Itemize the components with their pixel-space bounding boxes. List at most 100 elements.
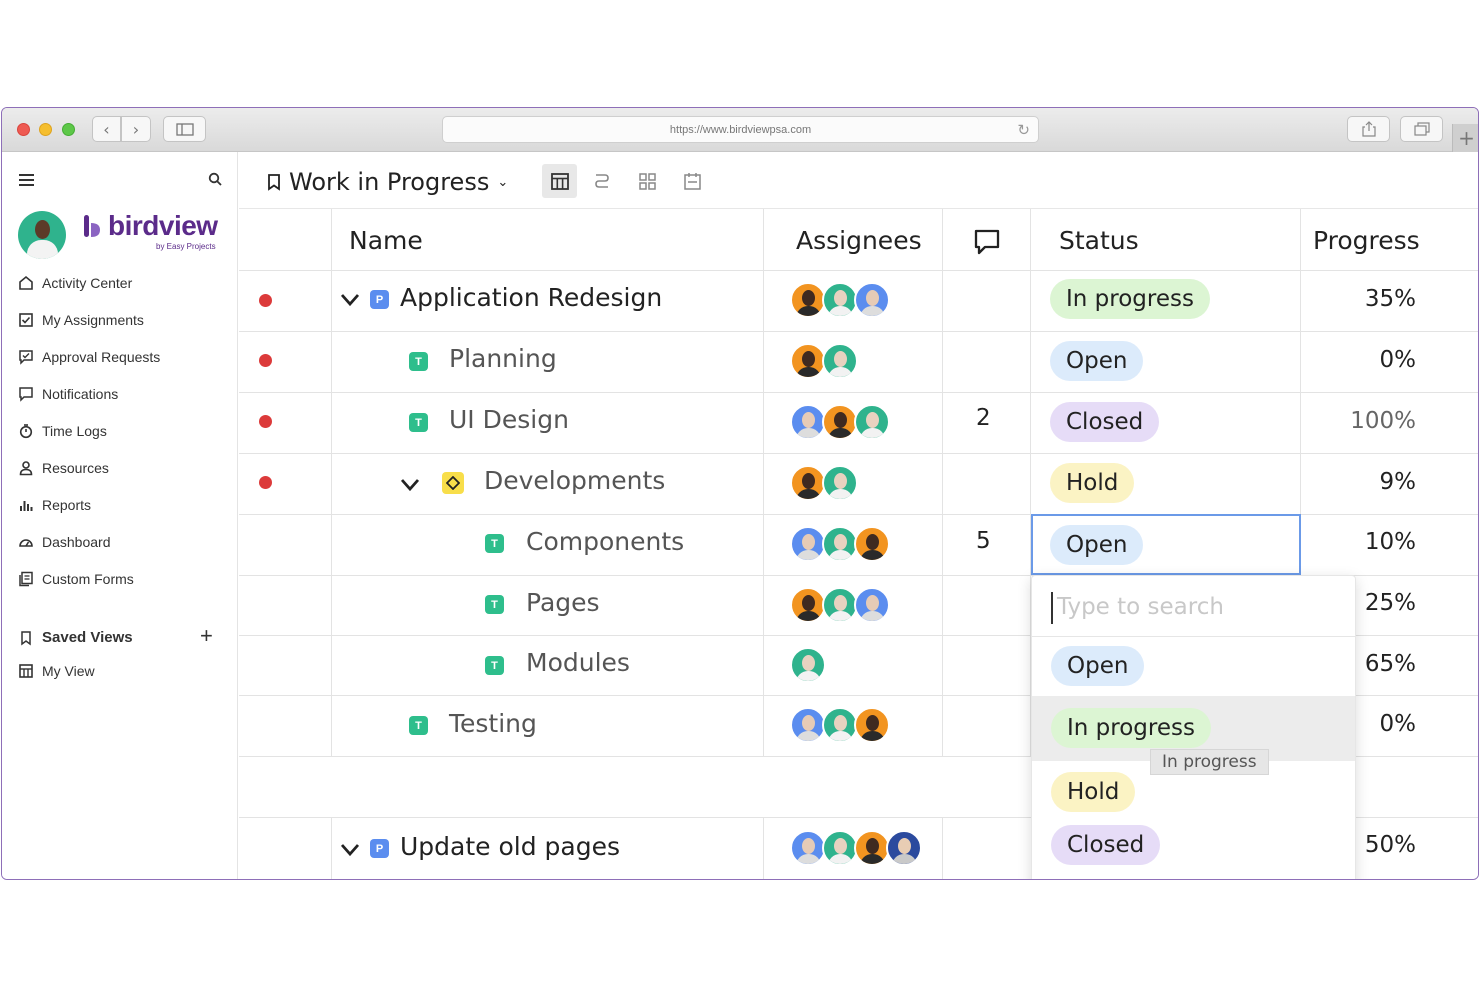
progress-value: 0% bbox=[1379, 347, 1417, 373]
sidebar-item-resources[interactable]: Resources bbox=[18, 460, 109, 476]
gauge-icon bbox=[19, 539, 33, 547]
address-bar[interactable]: https://www.birdviewpsa.com ↻ bbox=[442, 116, 1039, 143]
minimize-window-button[interactable] bbox=[39, 123, 52, 136]
chevron-down-icon[interactable] bbox=[400, 478, 420, 492]
brand-name: birdview bbox=[108, 210, 218, 241]
comment-count[interactable]: 2 bbox=[976, 405, 991, 431]
column-header-assignees[interactable]: Assignees bbox=[796, 226, 922, 255]
sidebar-item-reports[interactable]: Reports bbox=[18, 497, 91, 513]
saved-views-header: Saved Views bbox=[18, 629, 133, 646]
share-button[interactable] bbox=[1347, 116, 1390, 142]
diamond-icon bbox=[446, 476, 460, 490]
status-pill[interactable]: Open bbox=[1050, 525, 1144, 565]
task-name[interactable]: Modules bbox=[526, 648, 630, 677]
sidebar-item-my-assignments[interactable]: My Assignments bbox=[18, 312, 144, 328]
avatar bbox=[886, 830, 922, 866]
avatar bbox=[822, 404, 858, 440]
avatar bbox=[790, 404, 826, 440]
progress-value: 35% bbox=[1364, 286, 1416, 312]
table-icon bbox=[19, 664, 33, 678]
task-name[interactable]: Components bbox=[526, 527, 684, 556]
column-header-name[interactable]: Name bbox=[349, 226, 423, 255]
avatar bbox=[854, 526, 890, 562]
sidebar-item-notifications[interactable]: Notifications bbox=[18, 386, 118, 402]
sidebar-toggle-button[interactable] bbox=[163, 116, 206, 142]
progress-value: 10% bbox=[1364, 529, 1416, 555]
saved-views-label: Saved Views bbox=[42, 629, 133, 646]
column-header-progress[interactable]: Progress bbox=[1313, 226, 1420, 255]
sidebar-item-label: Resources bbox=[42, 460, 109, 476]
column-header-status[interactable]: Status bbox=[1059, 226, 1139, 255]
chevron-left-icon: ‹ bbox=[103, 119, 110, 139]
avatar bbox=[854, 404, 890, 440]
sidebar-item-my-view[interactable]: My View bbox=[18, 663, 95, 679]
status-option-open[interactable]: Open bbox=[1051, 646, 1145, 686]
flag-dot bbox=[259, 294, 272, 307]
tabs-overview-button[interactable] bbox=[1400, 116, 1443, 142]
sidebar-item-approval-requests[interactable]: Approval Requests bbox=[18, 349, 160, 365]
flag-dot bbox=[259, 415, 272, 428]
task-type-badge: T bbox=[409, 413, 428, 432]
task-name[interactable]: Planning bbox=[449, 344, 557, 373]
status-option-closed[interactable]: Closed bbox=[1051, 825, 1161, 865]
task-name[interactable]: UI Design bbox=[449, 405, 569, 434]
share-icon bbox=[1361, 121, 1376, 137]
gantt-view-button[interactable] bbox=[594, 172, 610, 194]
sidebar-item-label: Dashboard bbox=[42, 534, 111, 550]
avatar bbox=[822, 707, 858, 743]
task-name[interactable]: Testing bbox=[449, 709, 537, 738]
avatar bbox=[822, 587, 858, 623]
sidebar-item-dashboard[interactable]: Dashboard bbox=[18, 534, 111, 550]
board-view-button[interactable] bbox=[639, 173, 656, 194]
status-search-field[interactable]: Type to search bbox=[1032, 576, 1355, 637]
status-pill[interactable]: Open bbox=[1050, 341, 1144, 381]
comments-column-icon[interactable] bbox=[973, 228, 1001, 256]
column-divider bbox=[942, 209, 943, 756]
comment-count[interactable]: 5 bbox=[976, 528, 991, 554]
row-divider bbox=[239, 331, 1478, 332]
sidebar: birdview by Easy Projects Activity Cente… bbox=[2, 152, 238, 879]
status-pill[interactable]: In progress bbox=[1050, 279, 1210, 319]
maximize-window-button[interactable] bbox=[62, 123, 75, 136]
hamburger-menu-icon[interactable] bbox=[19, 174, 34, 186]
plus-icon: + bbox=[1458, 126, 1475, 150]
task-name[interactable]: Developments bbox=[484, 466, 665, 495]
add-saved-view-button[interactable]: + bbox=[200, 623, 213, 649]
close-window-button[interactable] bbox=[17, 123, 30, 136]
sidebar-item-custom-forms[interactable]: Custom Forms bbox=[18, 571, 134, 587]
bar-chart-icon bbox=[20, 501, 33, 511]
view-selector[interactable]: Work in Progress ⌄ bbox=[267, 168, 508, 196]
stopwatch-icon bbox=[19, 424, 33, 439]
forward-button[interactable]: › bbox=[121, 116, 151, 142]
task-type-badge: T bbox=[485, 656, 504, 675]
reload-icon[interactable]: ↻ bbox=[1017, 121, 1030, 139]
back-button[interactable]: ‹ bbox=[92, 116, 121, 142]
avatar bbox=[854, 587, 890, 623]
search-placeholder: Type to search bbox=[1057, 594, 1224, 620]
task-name[interactable]: Update old pages bbox=[400, 832, 620, 861]
sidebar-item-activity-center[interactable]: Activity Center bbox=[18, 275, 132, 291]
checkbox-icon bbox=[19, 313, 33, 327]
table-icon bbox=[550, 172, 569, 190]
sidebar-item-label: Notifications bbox=[42, 386, 119, 402]
sidebar-item-time-logs[interactable]: Time Logs bbox=[18, 423, 107, 439]
status-option-hold[interactable]: Hold bbox=[1051, 772, 1136, 812]
flag-dot bbox=[259, 476, 272, 489]
search-icon[interactable] bbox=[208, 172, 222, 186]
status-pill[interactable]: Hold bbox=[1050, 463, 1135, 503]
sidebar-item-label: My View bbox=[42, 663, 95, 679]
browser-titlebar: ‹ › https://www.birdviewpsa.com ↻ bbox=[2, 108, 1478, 152]
status-pill[interactable]: Closed bbox=[1050, 402, 1160, 442]
task-name[interactable]: Pages bbox=[526, 588, 600, 617]
status-option-in-progress[interactable]: In progress bbox=[1051, 708, 1211, 748]
avatar bbox=[854, 830, 890, 866]
calendar-view-button[interactable] bbox=[684, 172, 701, 194]
sidebar-item-label: Approval Requests bbox=[42, 349, 161, 365]
view-title: Work in Progress bbox=[289, 168, 490, 196]
task-name[interactable]: Application Redesign bbox=[400, 283, 662, 312]
chevron-down-icon[interactable] bbox=[340, 293, 360, 307]
user-avatar[interactable] bbox=[18, 211, 66, 259]
table-view-button[interactable] bbox=[542, 164, 577, 198]
chevron-down-icon[interactable] bbox=[340, 843, 360, 857]
new-tab-button[interactable]: + bbox=[1452, 124, 1478, 152]
